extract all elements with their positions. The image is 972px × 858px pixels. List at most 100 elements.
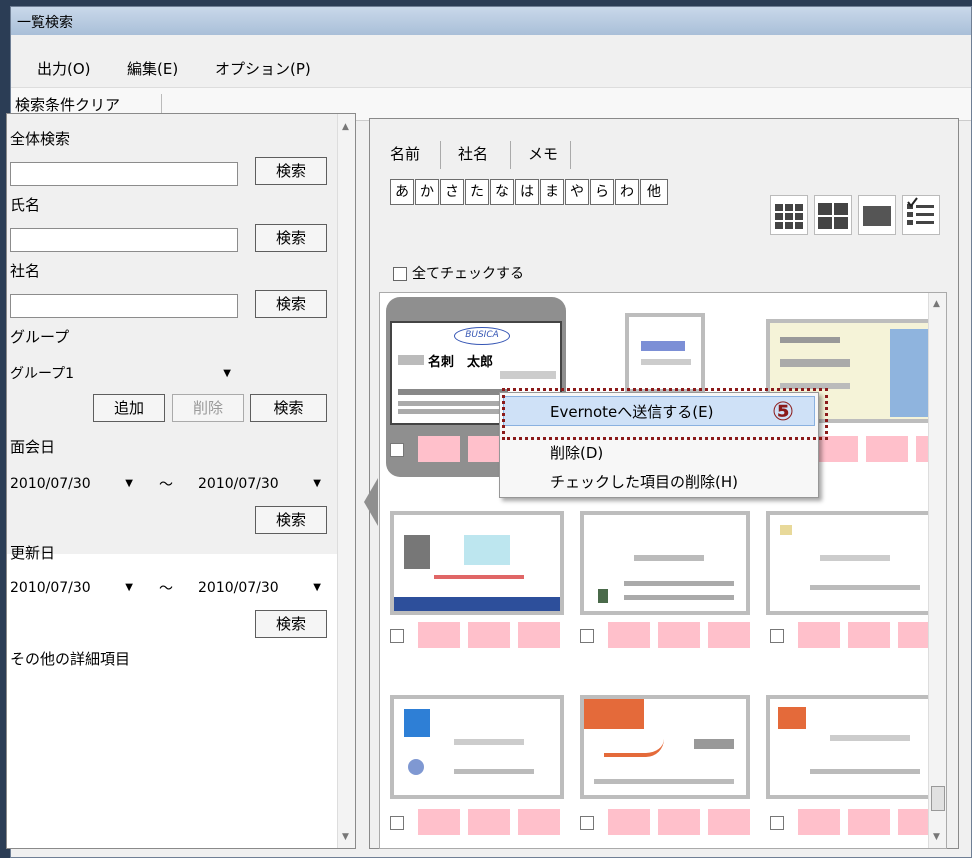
kana-ra[interactable]: ら: [590, 179, 614, 205]
kana-a[interactable]: あ: [390, 179, 414, 205]
scroll-down-icon[interactable]: ▼: [342, 832, 349, 842]
card-text: [641, 359, 691, 365]
dropdown-arrow-icon: ▼: [313, 478, 321, 489]
card-title-text: [398, 355, 424, 365]
meet-date-from[interactable]: 2010/07/30 ▼: [7, 472, 137, 496]
group-search-button[interactable]: 検索: [250, 394, 327, 422]
grid-scrollbar[interactable]: ▲ ▼: [928, 293, 946, 848]
tag-slot[interactable]: [798, 622, 840, 648]
meet-date-to[interactable]: 2010/07/30 ▼: [195, 472, 325, 496]
company-search-button[interactable]: 検索: [255, 290, 327, 318]
kana-na[interactable]: な: [490, 179, 514, 205]
scroll-down-icon[interactable]: ▼: [933, 832, 940, 842]
tag-slot[interactable]: [468, 622, 510, 648]
group-delete-button[interactable]: 削除: [172, 394, 244, 422]
menu-edit[interactable]: 編集(E): [127, 58, 178, 79]
kana-ka[interactable]: か: [415, 179, 439, 205]
tag-slot[interactable]: [418, 622, 460, 648]
tag-slot[interactable]: [708, 809, 750, 835]
tag-slot[interactable]: [708, 622, 750, 648]
dropdown-arrow-icon: ▼: [125, 478, 133, 489]
scroll-up-icon[interactable]: ▲: [933, 299, 940, 309]
card-contact-text: [500, 371, 556, 379]
kana-sa[interactable]: さ: [440, 179, 464, 205]
checkbox-icon[interactable]: [770, 629, 784, 643]
card-text: [810, 585, 920, 590]
name-search-button[interactable]: 検索: [255, 224, 327, 252]
scroll-up-icon[interactable]: ▲: [342, 122, 349, 132]
other-details-label[interactable]: その他の詳細項目: [10, 648, 130, 669]
update-date-from[interactable]: 2010/07/30 ▼: [7, 576, 137, 600]
tag-slot[interactable]: [608, 809, 650, 835]
update-date-from-value: 2010/07/30: [10, 580, 91, 596]
kana-ta[interactable]: た: [465, 179, 489, 205]
card-text: [810, 769, 920, 774]
business-card[interactable]: [625, 313, 705, 393]
name-label: 氏名: [10, 196, 41, 214]
dropdown-arrow-icon: ▼: [125, 582, 133, 593]
check-all-checkbox[interactable]: 全てチェックする: [393, 263, 524, 283]
group-select[interactable]: グループ1 ▼: [7, 362, 235, 386]
all-search-input[interactable]: [10, 162, 238, 186]
tag-slot[interactable]: [658, 622, 700, 648]
business-card[interactable]: [766, 511, 940, 615]
business-card[interactable]: [766, 695, 940, 799]
checkbox-icon[interactable]: [390, 629, 404, 643]
tag-slot[interactable]: [658, 809, 700, 835]
meet-date-search-button[interactable]: 検索: [255, 506, 327, 534]
list-view-icon[interactable]: [902, 195, 940, 235]
checkbox-icon[interactable]: [580, 816, 594, 830]
tag-slot[interactable]: [418, 436, 460, 462]
tag-slot[interactable]: [518, 622, 560, 648]
menu-bar: 出力(O) 編集(E) オプション(P): [11, 35, 971, 87]
grid-small-icon[interactable]: [770, 195, 808, 235]
scroll-thumb[interactable]: [931, 786, 945, 811]
group-add-button[interactable]: 追加: [93, 394, 165, 422]
checkbox-icon[interactable]: [390, 816, 404, 830]
menu-output[interactable]: 出力(O): [37, 58, 91, 79]
card-text: [780, 359, 850, 367]
business-card[interactable]: [580, 511, 750, 615]
update-date-label: 更新日: [10, 544, 56, 562]
tab-name[interactable]: 名前: [390, 143, 420, 164]
kana-ma[interactable]: ま: [540, 179, 564, 205]
card-view-icon[interactable]: [858, 195, 896, 235]
step-number-badge: ⑤: [772, 397, 795, 427]
update-date-to[interactable]: 2010/07/30 ▼: [195, 576, 325, 600]
checkbox-icon[interactable]: [770, 816, 784, 830]
kana-other[interactable]: 他: [640, 179, 668, 205]
tag-slot[interactable]: [848, 809, 890, 835]
menu-item-delete-checked[interactable]: チェックした項目の削除(H): [550, 471, 738, 492]
tag-slot[interactable]: [848, 622, 890, 648]
kana-wa[interactable]: わ: [615, 179, 639, 205]
update-date-search-button[interactable]: 検索: [255, 610, 327, 638]
tag-slot[interactable]: [468, 809, 510, 835]
tab-company[interactable]: 社名: [458, 143, 488, 164]
tag-slot[interactable]: [608, 622, 650, 648]
card-logo: [780, 525, 792, 535]
all-search-button[interactable]: 検索: [255, 157, 327, 185]
tag-slot[interactable]: [518, 809, 560, 835]
tab-memo[interactable]: メモ: [528, 143, 558, 164]
left-scrollbar[interactable]: ▲ ▼: [337, 114, 355, 848]
grid-large-icon[interactable]: [814, 195, 852, 235]
dropdown-arrow-icon: ▼: [313, 582, 321, 593]
menu-options[interactable]: オプション(P): [215, 58, 311, 79]
card-text: [694, 739, 734, 749]
meet-date-to-value: 2010/07/30: [198, 476, 279, 492]
tag-slot[interactable]: [418, 809, 460, 835]
clear-conditions-button[interactable]: 検索条件クリア: [15, 94, 120, 115]
kana-ya[interactable]: や: [565, 179, 589, 205]
checkbox-icon[interactable]: [390, 443, 404, 457]
name-input[interactable]: [10, 228, 238, 252]
tag-slot[interactable]: [866, 436, 908, 462]
business-card[interactable]: [390, 511, 564, 615]
menu-item-delete[interactable]: 削除(D): [550, 442, 603, 463]
tag-slot[interactable]: [798, 809, 840, 835]
tab-separator: [510, 141, 511, 169]
checkbox-icon[interactable]: [580, 629, 594, 643]
business-card[interactable]: [580, 695, 750, 799]
kana-ha[interactable]: は: [515, 179, 539, 205]
company-input[interactable]: [10, 294, 238, 318]
business-card[interactable]: [390, 695, 564, 799]
